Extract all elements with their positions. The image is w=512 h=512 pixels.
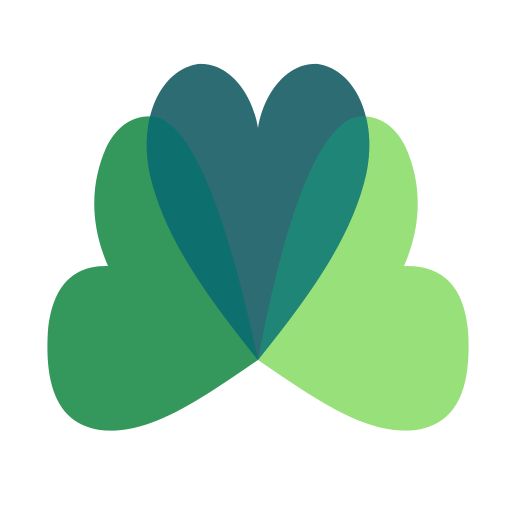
three-hearts-clover-icon xyxy=(0,0,512,512)
